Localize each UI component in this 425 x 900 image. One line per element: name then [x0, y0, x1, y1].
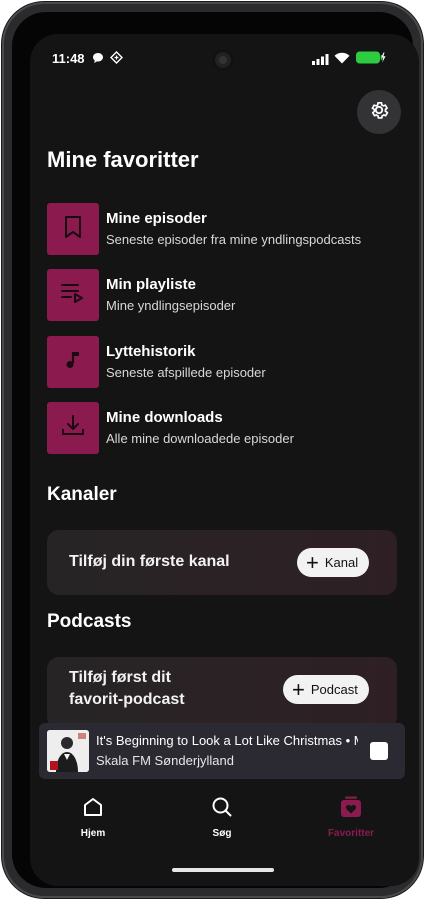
nav-home[interactable]: Hjem [45, 792, 141, 839]
podcasts-empty-text: Tilføj først dit favorit-podcast [69, 667, 185, 711]
nav-favorites-label: Favoritter [327, 828, 375, 839]
plus-icon: + [306, 549, 319, 575]
stop-button[interactable] [370, 742, 388, 760]
bottom-navigation: Hjem Søg Favoritter [30, 792, 419, 852]
add-channel-button[interactable]: + Kanal [297, 548, 370, 577]
app-notification-icon [110, 51, 123, 69]
album-art [47, 730, 89, 772]
phone-frame: 11:48 Mine favoritter Mine episoder Sene… [2, 2, 423, 898]
favorite-item-my-episodes[interactable]: Mine episoder Seneste episoder fra mine … [47, 203, 397, 257]
podcasts-empty-card: Tilføj først dit favorit-podcast + Podca… [47, 657, 397, 729]
favorite-thumb [47, 269, 99, 321]
download-icon [60, 414, 86, 443]
favorite-title: Mine downloads [106, 409, 223, 426]
search-icon [211, 796, 233, 823]
channels-empty-text: Tilføj din første kanal [69, 553, 230, 570]
favorite-thumb [47, 336, 99, 388]
music-note-icon [63, 349, 83, 376]
bookmark-icon [62, 215, 84, 244]
front-camera [212, 49, 234, 71]
podcasts-empty-text-line1: Tilføj først dit [69, 669, 171, 686]
favorite-thumb [47, 402, 99, 454]
podcasts-heading: Podcasts [47, 611, 132, 632]
favorite-thumb [47, 203, 99, 255]
nav-search[interactable]: Søg [174, 792, 270, 839]
page-title: Mine favoritter [47, 147, 199, 172]
favorites-heart-icon [339, 795, 363, 824]
gear-icon [368, 99, 390, 126]
plus-icon: + [292, 676, 305, 702]
favorite-item-my-downloads[interactable]: Mine downloads Alle mine downloadede epi… [47, 402, 397, 456]
nav-favorites[interactable]: Favoritter [303, 792, 399, 839]
battery-charging-icon [356, 51, 386, 69]
add-podcast-label: Podcast [310, 682, 358, 697]
playlist-icon [60, 282, 86, 309]
chat-notification-icon [92, 51, 104, 69]
favorite-title: Mine episoder [106, 210, 207, 227]
favorite-title: Min playliste [106, 276, 197, 293]
settings-button[interactable] [357, 90, 401, 134]
favorite-subtitle: Mine yndlingsepisoder [106, 298, 236, 313]
favorite-subtitle: Alle mine downloadede episoder [106, 431, 294, 446]
home-icon [82, 796, 104, 823]
nav-home-label: Hjem [80, 828, 106, 839]
nav-search-label: Søg [212, 828, 232, 839]
app-screen: 11:48 Mine favoritter Mine episoder Sene… [30, 34, 419, 886]
favorite-item-listening-history[interactable]: Lyttehistorik Seneste afspillede episode… [47, 336, 397, 390]
favorite-title: Lyttehistorik [106, 343, 196, 360]
wifi-icon [334, 51, 350, 69]
favorite-subtitle: Seneste episoder fra mine yndlingspodcas… [106, 232, 362, 247]
status-time: 11:48 [52, 51, 85, 66]
cellular-signal-icon [312, 52, 329, 70]
now-playing-station: Skala FM Sønderjylland [96, 753, 234, 768]
favorite-item-my-playlist[interactable]: Min playliste Mine yndlingsepisoder [47, 269, 397, 323]
channels-empty-card: Tilføj din første kanal + Kanal [47, 530, 397, 595]
add-podcast-button[interactable]: + Podcast [283, 675, 369, 704]
gesture-home-bar[interactable] [172, 868, 274, 872]
add-channel-label: Kanal [324, 555, 359, 570]
phone-bezel: 11:48 Mine favoritter Mine episoder Sene… [12, 12, 419, 888]
favorite-subtitle: Seneste afspillede episoder [106, 365, 266, 380]
podcasts-empty-text-line2: favorit-podcast [69, 691, 185, 708]
mini-player[interactable]: It's Beginning to Look a Lot Like Christ… [39, 723, 405, 779]
now-playing-title: It's Beginning to Look a Lot Like Christ… [96, 733, 358, 748]
channels-heading: Kanaler [47, 484, 117, 505]
status-bar: 11:48 [30, 34, 419, 82]
